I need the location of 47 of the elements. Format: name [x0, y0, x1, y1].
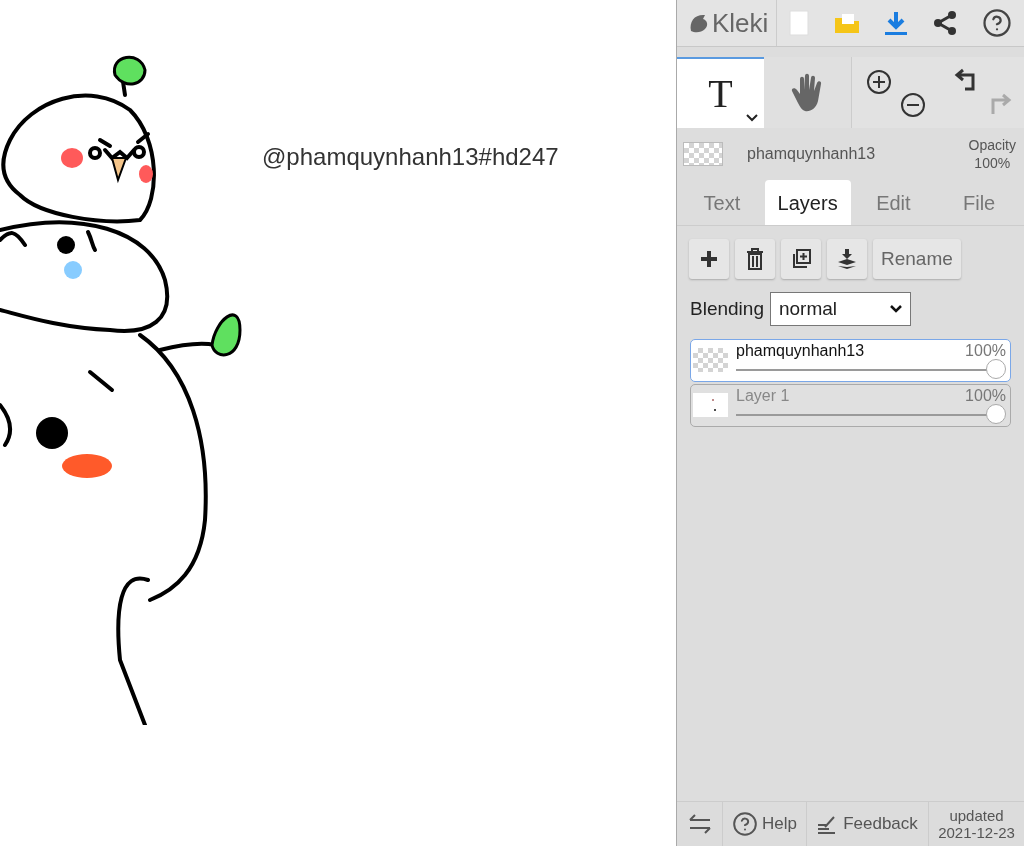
delete-layer-button[interactable]: [735, 239, 775, 279]
help-icon[interactable]: [981, 8, 1012, 38]
swap-icon: [687, 813, 712, 835]
feedback-button[interactable]: Feedback: [807, 802, 929, 846]
app-logo: Kleki: [712, 10, 769, 36]
tab[interactable]: File: [936, 180, 1022, 225]
trash-icon: [745, 248, 765, 270]
duplicate-icon: [791, 248, 811, 270]
merge-layer-button[interactable]: [827, 239, 867, 279]
plus-icon: [699, 248, 719, 270]
current-layer-name: phamquynhanh13: [747, 144, 876, 164]
merge-down-icon: [837, 248, 857, 270]
updated-label: updated: [949, 807, 1004, 824]
tab[interactable]: Edit: [850, 180, 937, 225]
layer-item[interactable]: phamquynhanh13 100%: [690, 339, 1011, 382]
canvas-text: @phamquynhanh13#hd247: [262, 142, 559, 172]
opacity-label: Opacity: [968, 136, 1016, 154]
layer-thumbnail: [683, 142, 723, 166]
slider-thumb[interactable]: [986, 404, 1006, 424]
slider-thumb[interactable]: [986, 359, 1006, 379]
tab[interactable]: Text: [679, 180, 765, 225]
help-icon: [732, 811, 758, 837]
speckle-icon: [711, 398, 717, 412]
layer-name: phamquynhanh13: [736, 341, 865, 361]
layer-item[interactable]: Layer 1 100%: [690, 384, 1011, 427]
layer-name: Layer 1: [736, 386, 790, 406]
help-button[interactable]: Help: [723, 802, 807, 846]
layer-opacity: 100%: [965, 341, 1006, 361]
caret-icon: [746, 114, 758, 122]
download-icon[interactable]: [883, 10, 908, 36]
updated-date: 2021-12-23: [938, 824, 1015, 841]
chevron-down-icon: [889, 305, 902, 313]
layer-opacity: 100%: [965, 386, 1006, 406]
add-layer-button[interactable]: [689, 239, 729, 279]
rename-button[interactable]: Rename: [873, 239, 961, 279]
type-tool[interactable]: T: [677, 57, 764, 128]
blending-label: Blending: [690, 296, 764, 321]
zoom-out-icon[interactable]: [900, 92, 926, 118]
share-icon[interactable]: [931, 10, 958, 36]
opacity-slider[interactable]: [736, 359, 1006, 379]
blending-select[interactable]: normal: [769, 292, 911, 326]
zoom-in-icon[interactable]: [866, 69, 892, 95]
tab[interactable]: Layers: [764, 180, 851, 225]
pencil-icon: [817, 814, 838, 834]
opacity-value: 100%: [974, 154, 1011, 172]
duplicate-layer-button[interactable]: [781, 239, 821, 279]
opacity-slider[interactable]: [736, 404, 1006, 424]
